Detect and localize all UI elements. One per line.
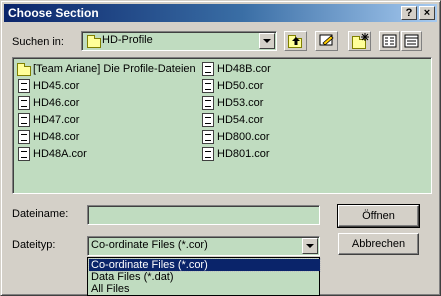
new-folder-button[interactable] [348, 31, 371, 51]
arrow-up-icon [292, 37, 300, 45]
file-icon [18, 79, 30, 93]
folder-icon [87, 35, 101, 48]
lookin-value: HD-Profile [102, 34, 153, 46]
filename-label: Dateiname: [12, 208, 69, 220]
file-icon [202, 147, 214, 161]
choose-section-dialog: Choose Section ? × Suchen in: HD-Profile [0, 0, 441, 296]
file-icon [18, 130, 30, 144]
folder-icon [17, 63, 31, 76]
desktop-icon [319, 34, 334, 46]
cancel-button[interactable]: Abbrechen [338, 233, 419, 255]
file-icon [202, 79, 214, 93]
close-button[interactable]: × [419, 6, 435, 20]
lookin-combo[interactable]: HD-Profile [81, 31, 277, 51]
filetype-dropdown-list[interactable]: Co-ordinate Files (*.cor) Data Files (*.… [87, 257, 321, 296]
up-one-level-button[interactable] [284, 31, 307, 51]
chevron-down-icon[interactable] [259, 33, 275, 49]
dropdown-option[interactable]: Data Files (*.dat) [89, 271, 320, 283]
chevron-down-icon[interactable] [302, 238, 318, 254]
dropdown-option[interactable]: Co-ordinate Files (*.cor) [88, 258, 321, 272]
details-view-button[interactable] [401, 31, 422, 51]
dropdown-option[interactable]: All Files [89, 283, 320, 295]
file-icon [18, 147, 30, 161]
desktop-button[interactable] [315, 31, 338, 51]
file-list[interactable]: [Team Ariane] Die Profile-Dateien HD45.c… [12, 57, 432, 194]
title-bar[interactable]: Choose Section ? × [4, 4, 437, 22]
file-icon [18, 113, 30, 127]
filetype-label: Dateityp: [12, 239, 56, 251]
lookin-label: Suchen in: [12, 36, 64, 48]
file-icon [18, 96, 30, 110]
filetype-value: Co-ordinate Files (*.cor) [91, 239, 208, 251]
filetype-combo[interactable]: Co-ordinate Files (*.cor) [87, 236, 320, 256]
details-view-icon [404, 34, 419, 48]
window-title: Choose Section [8, 6, 99, 20]
help-button[interactable]: ? [401, 6, 417, 20]
filename-input[interactable] [87, 205, 320, 225]
file-icon [202, 62, 214, 76]
file-icon [202, 130, 214, 144]
list-view-icon [382, 34, 397, 48]
list-view-button[interactable] [379, 31, 400, 51]
sparkle-icon [361, 33, 369, 41]
file-icon [202, 113, 214, 127]
open-button[interactable]: Öffnen [337, 204, 420, 228]
file-icon [202, 96, 214, 110]
